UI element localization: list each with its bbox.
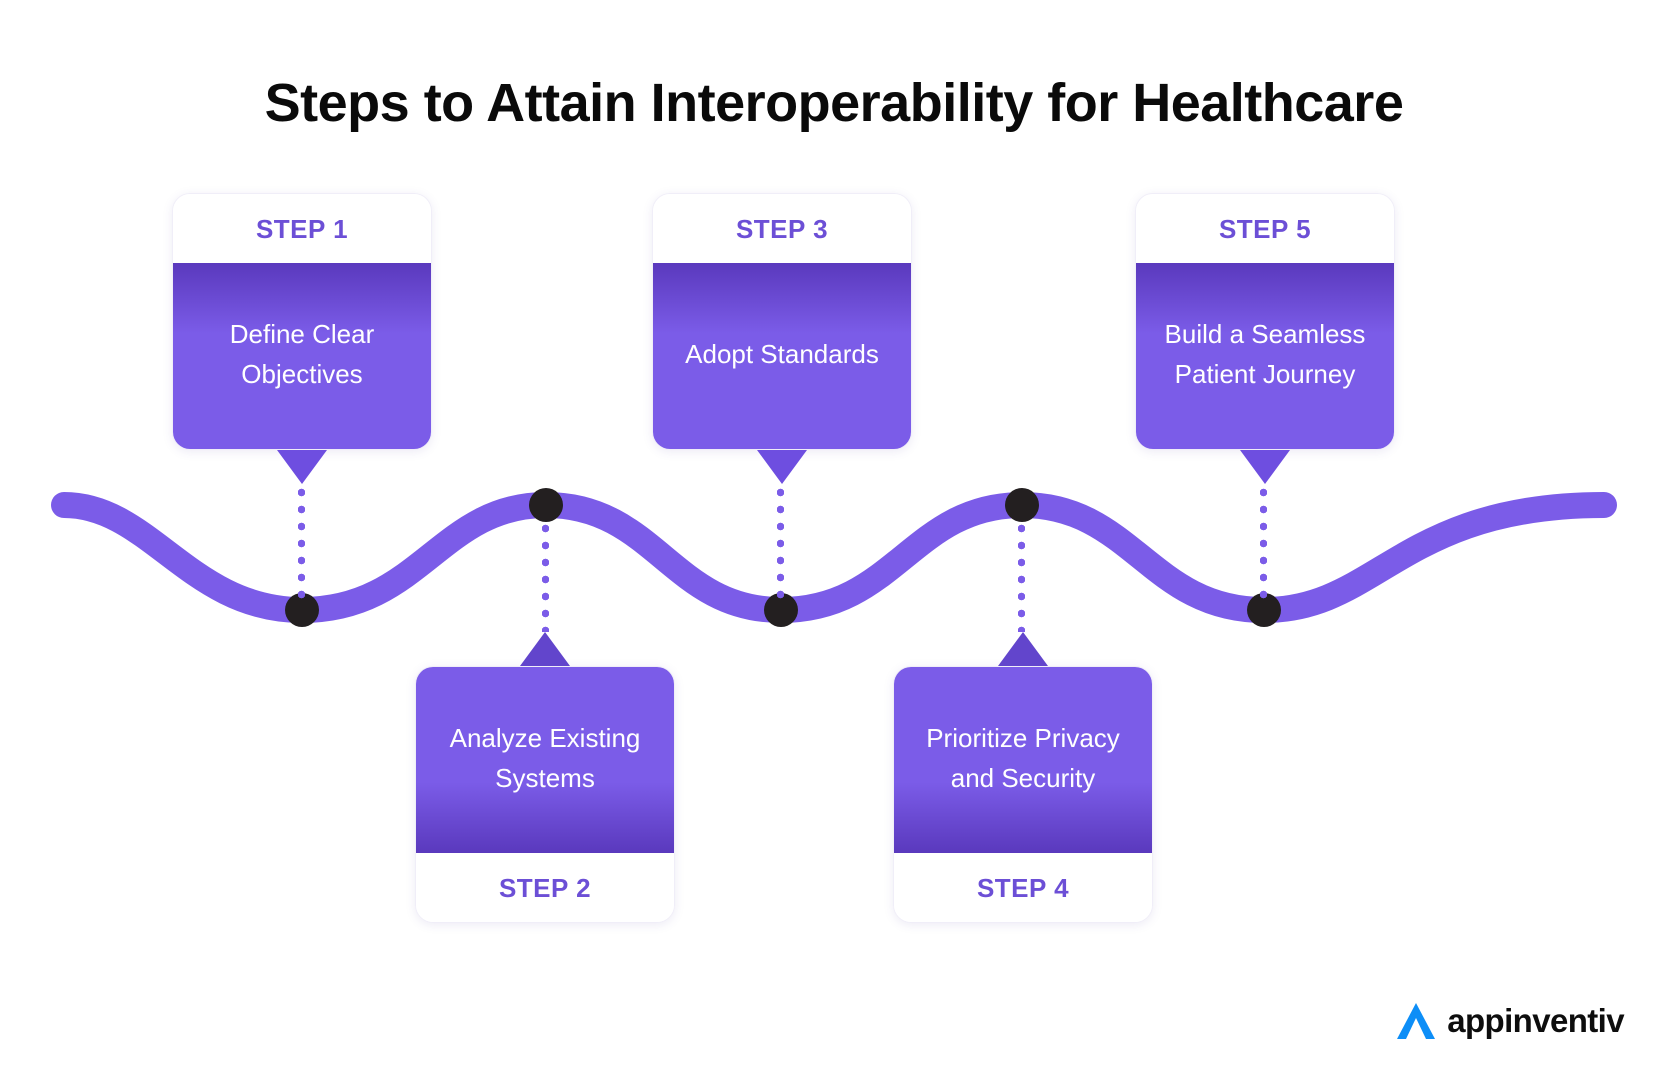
step-card-1[interactable]: STEP 1 Define Clear Objectives xyxy=(172,193,432,484)
step-card-3[interactable]: STEP 3 Adopt Standards xyxy=(652,193,912,484)
wave-diagram xyxy=(0,0,1668,1084)
step-card-5[interactable]: STEP 5 Build a Seamless Patient Journey xyxy=(1135,193,1395,484)
step-card-4-inner: Prioritize Privacy and Security STEP 4 xyxy=(893,666,1153,923)
step-label-5: STEP 5 xyxy=(1136,194,1394,263)
step-card-1-inner: STEP 1 Define Clear Objectives xyxy=(172,193,432,450)
step-card-2-inner: Analyze Existing Systems STEP 2 xyxy=(415,666,675,923)
step-text-4: Prioritize Privacy and Security xyxy=(894,667,1152,853)
step-card-4[interactable]: Prioritize Privacy and Security STEP 4 xyxy=(893,632,1153,923)
connector-step-5 xyxy=(1260,484,1267,606)
node-dot-step-2 xyxy=(529,488,563,522)
node-dot-step-4 xyxy=(1005,488,1039,522)
pointer-triangle-5 xyxy=(1240,450,1290,484)
logo-text: appinventiv xyxy=(1447,1002,1624,1039)
step-text-2: Analyze Existing Systems xyxy=(416,667,674,853)
step-label-2: STEP 2 xyxy=(416,853,674,922)
connector-step-1 xyxy=(298,484,305,606)
connector-step-4 xyxy=(1018,520,1025,632)
step-text-5: Build a Seamless Patient Journey xyxy=(1136,263,1394,449)
step-card-3-inner: STEP 3 Adopt Standards xyxy=(652,193,912,450)
appinventiv-logo[interactable]: appinventiv xyxy=(1394,1000,1625,1042)
connector-step-2 xyxy=(542,520,549,632)
wave-path-svg xyxy=(51,491,1617,624)
step-label-3: STEP 3 xyxy=(653,194,911,263)
pointer-triangle-4 xyxy=(998,632,1048,666)
step-card-5-inner: STEP 5 Build a Seamless Patient Journey xyxy=(1135,193,1395,450)
lambda-chevron-icon xyxy=(1397,1003,1436,1039)
pointer-triangle-2 xyxy=(520,632,570,666)
pointer-triangle-1 xyxy=(277,450,327,484)
step-text-3: Adopt Standards xyxy=(653,263,911,449)
pointer-triangle-3 xyxy=(757,450,807,484)
connector-step-3 xyxy=(777,484,784,606)
step-text-1: Define Clear Objectives xyxy=(173,263,431,449)
step-card-2[interactable]: Analyze Existing Systems STEP 2 xyxy=(415,632,675,923)
step-label-4: STEP 4 xyxy=(894,853,1152,922)
step-label-1: STEP 1 xyxy=(173,194,431,263)
